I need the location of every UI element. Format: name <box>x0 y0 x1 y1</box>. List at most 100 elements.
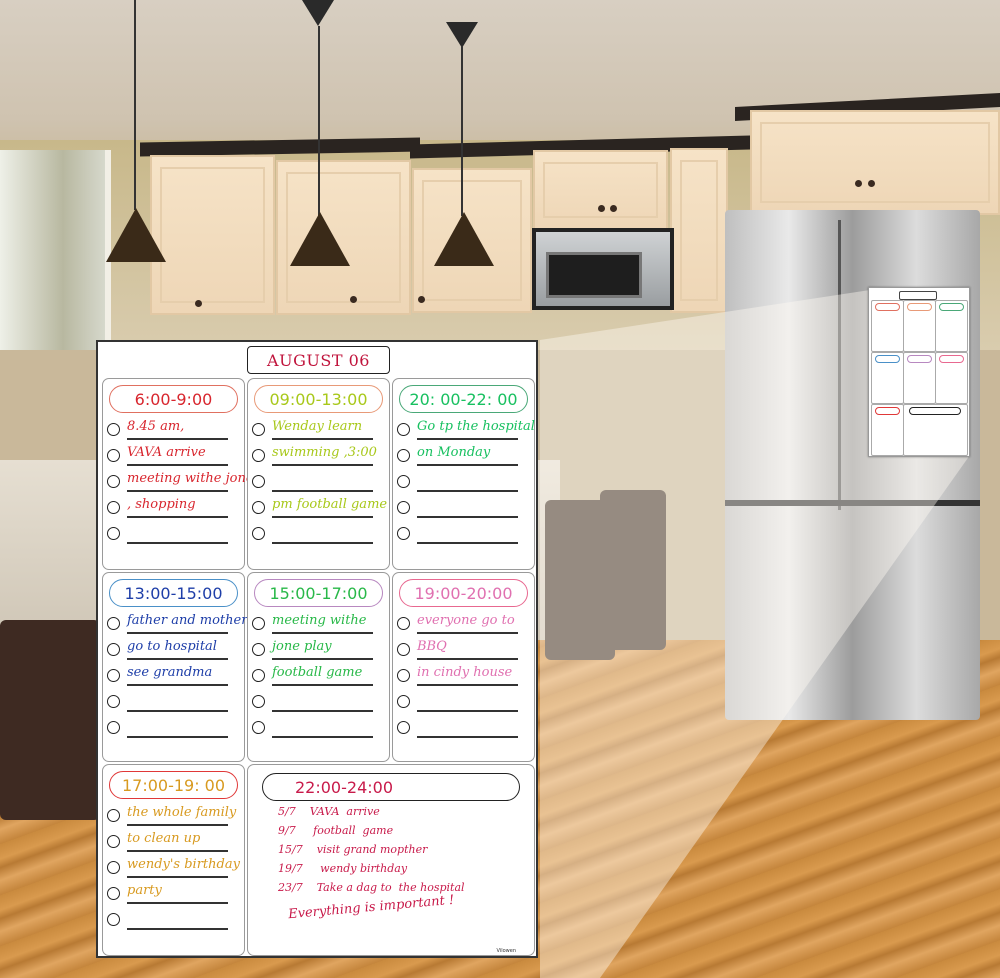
task-row[interactable]: pm football game <box>252 497 387 519</box>
write-line <box>127 902 228 904</box>
checkbox-circle-icon[interactable] <box>107 809 120 822</box>
task-row[interactable] <box>107 523 242 545</box>
checkbox-circle-icon[interactable] <box>107 643 120 656</box>
checkbox-circle-icon[interactable] <box>107 449 120 462</box>
checkbox-circle-icon[interactable] <box>252 527 265 540</box>
mini-cell <box>903 352 936 404</box>
task-row[interactable]: on Monday <box>397 445 532 467</box>
write-line <box>127 824 228 826</box>
planner-board: AUGUST 06 6:00-9:00 8.45 am, VAVA arrive me… <box>96 340 538 958</box>
task-text: , shopping <box>127 497 196 512</box>
task-row[interactable]: jone play <box>252 639 387 661</box>
task-row[interactable]: swimming ,3:00 <box>252 445 387 467</box>
task-row[interactable]: meeting withe <box>252 613 387 635</box>
task-row[interactable]: , shopping <box>107 497 242 519</box>
task-row[interactable] <box>252 717 387 739</box>
task-row[interactable]: Wenday learn <box>252 419 387 441</box>
checkbox-circle-icon[interactable] <box>252 449 265 462</box>
checkbox-circle-icon[interactable] <box>107 913 120 926</box>
task-row[interactable] <box>252 523 387 545</box>
write-line <box>417 464 518 466</box>
brand-mark: Vilowen <box>496 948 516 954</box>
write-line <box>127 632 228 634</box>
time-slot-cell: 6:00-9:00 8.45 am, VAVA arrive meeting with… <box>102 378 254 570</box>
task-row[interactable] <box>252 691 387 713</box>
write-line <box>272 710 373 712</box>
checkbox-circle-icon[interactable] <box>397 475 410 488</box>
checkbox-circle-icon[interactable] <box>252 617 265 630</box>
checkbox-circle-icon[interactable] <box>397 669 410 682</box>
notes-time-label: 22:00-24:00 <box>262 773 520 801</box>
checkbox-circle-icon[interactable] <box>252 721 265 734</box>
task-row[interactable] <box>397 497 532 519</box>
time-slot-cell: 20: 00-22: 00 Go tp the hospital on Monday <box>392 378 535 570</box>
task-row[interactable]: see grandma <box>107 665 242 687</box>
checkbox-circle-icon[interactable] <box>252 695 265 708</box>
checkbox-circle-icon[interactable] <box>107 721 120 734</box>
task-row[interactable]: father and mother <box>107 613 247 635</box>
board-title-box: AUGUST 06 <box>247 346 390 374</box>
write-line <box>127 928 228 930</box>
checkbox-circle-icon[interactable] <box>252 475 265 488</box>
task-row[interactable] <box>397 471 532 493</box>
task-row[interactable] <box>397 691 532 713</box>
checkbox-circle-icon[interactable] <box>397 501 410 514</box>
note-item: 9/7 football game <box>278 824 394 837</box>
checkbox-circle-icon[interactable] <box>107 501 120 514</box>
task-row[interactable]: go to hospital <box>107 639 242 661</box>
task-row[interactable]: the whole family <box>107 805 242 827</box>
checkbox-circle-icon[interactable] <box>252 669 265 682</box>
checkbox-circle-icon[interactable] <box>107 861 120 874</box>
task-text: swimming ,3:00 <box>272 445 377 460</box>
write-line <box>272 516 373 518</box>
checkbox-circle-icon[interactable] <box>252 423 265 436</box>
task-row[interactable]: BBQ <box>397 639 532 661</box>
task-row[interactable] <box>397 717 532 739</box>
task-row[interactable]: football game <box>252 665 387 687</box>
task-row[interactable] <box>252 471 387 493</box>
checkbox-circle-icon[interactable] <box>252 643 265 656</box>
checkbox-circle-icon[interactable] <box>252 501 265 514</box>
task-row[interactable]: Go tp the hospital <box>397 419 535 441</box>
task-row[interactable]: everyone go to <box>397 613 532 635</box>
checkbox-circle-icon[interactable] <box>397 617 410 630</box>
task-row[interactable] <box>107 717 242 739</box>
checkbox-circle-icon[interactable] <box>107 617 120 630</box>
write-line <box>417 658 518 660</box>
task-row[interactable] <box>107 691 242 713</box>
bar-stool <box>0 620 100 820</box>
checkbox-circle-icon[interactable] <box>397 695 410 708</box>
mini-cell <box>871 352 904 404</box>
task-row[interactable]: party <box>107 883 242 905</box>
checkbox-circle-icon[interactable] <box>397 449 410 462</box>
task-row[interactable]: meeting withe jone <box>107 471 254 493</box>
task-row[interactable]: 8.45 am, <box>107 419 242 441</box>
checkbox-circle-icon[interactable] <box>107 475 120 488</box>
task-row[interactable] <box>107 909 242 931</box>
task-row[interactable] <box>397 523 532 545</box>
write-line <box>127 658 228 660</box>
time-slot-label: 6:00-9:00 <box>109 385 238 413</box>
write-line <box>127 876 228 878</box>
kitchen-scene: AUGUST 06 6:00-9:00 8.45 am, VAVA arrive me… <box>0 0 1000 978</box>
checkbox-circle-icon[interactable] <box>397 721 410 734</box>
task-row[interactable]: wendy's birthday <box>107 857 242 879</box>
checkbox-circle-icon[interactable] <box>107 527 120 540</box>
checkbox-circle-icon[interactable] <box>107 669 120 682</box>
cabinet <box>533 150 668 230</box>
checkbox-circle-icon[interactable] <box>107 695 120 708</box>
note-item: 5/7 VAVA arrive <box>278 805 380 818</box>
time-slot-label: 13:00-15:00 <box>109 579 238 607</box>
task-row[interactable]: in cindy house <box>397 665 532 687</box>
checkbox-circle-icon[interactable] <box>397 643 410 656</box>
task-row[interactable]: VAVA arrive <box>107 445 242 467</box>
write-line <box>127 464 228 466</box>
checkbox-circle-icon[interactable] <box>397 527 410 540</box>
write-line <box>127 516 228 518</box>
write-line <box>127 684 228 686</box>
checkbox-circle-icon[interactable] <box>107 835 120 848</box>
checkbox-circle-icon[interactable] <box>107 423 120 436</box>
checkbox-circle-icon[interactable] <box>397 423 410 436</box>
task-row[interactable]: to clean up <box>107 831 242 853</box>
checkbox-circle-icon[interactable] <box>107 887 120 900</box>
